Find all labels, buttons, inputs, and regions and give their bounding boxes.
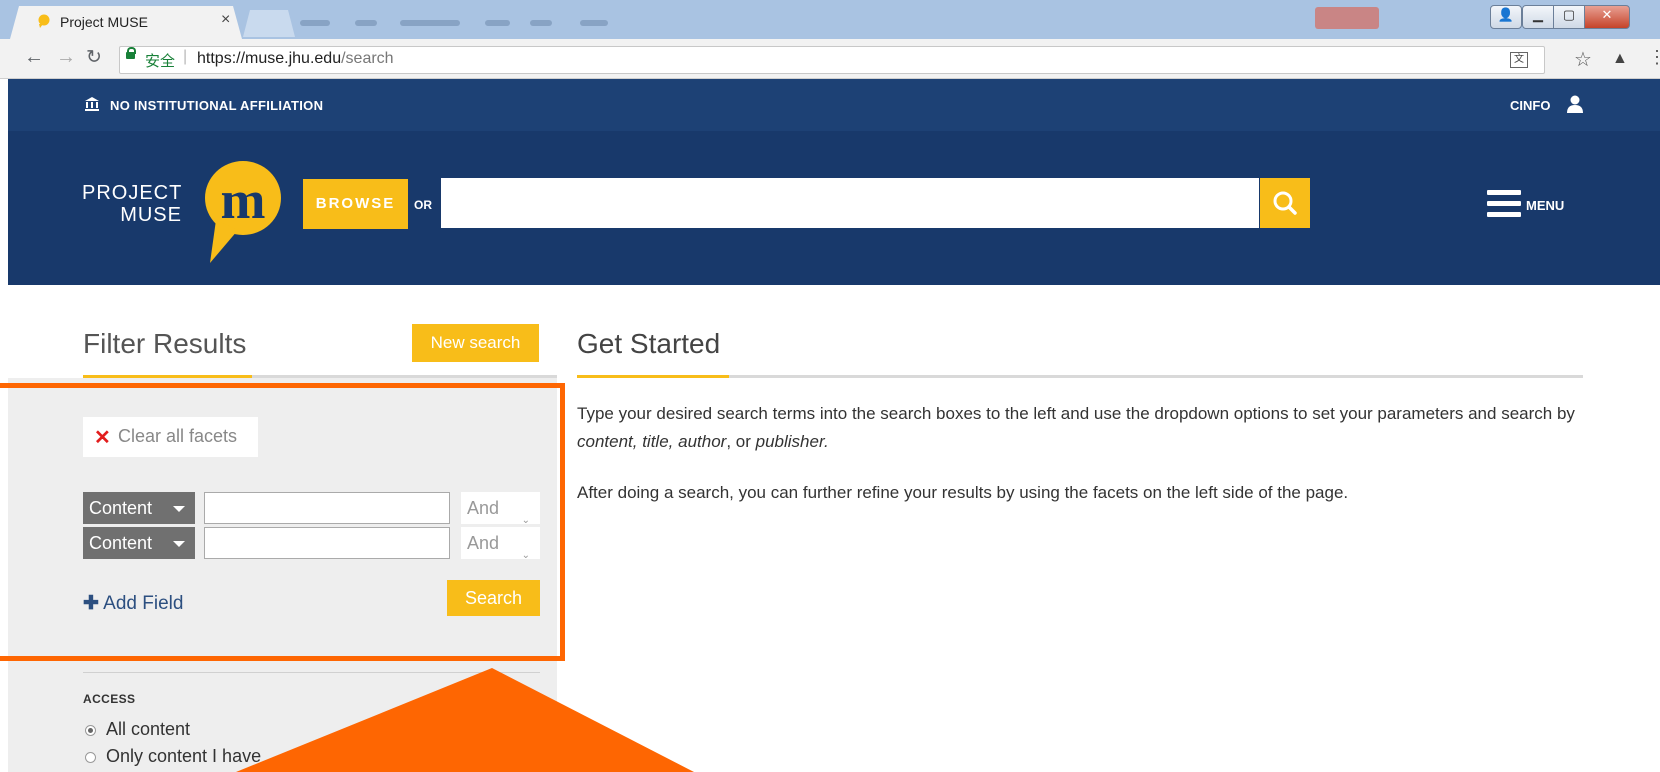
maximize-icon[interactable]: ▢ xyxy=(1553,5,1585,29)
intro-paragraph: Type your desired search terms into the … xyxy=(577,400,1577,456)
or-label: OR xyxy=(414,198,432,212)
back-icon[interactable]: ← xyxy=(24,46,44,69)
institution-icon xyxy=(85,97,99,111)
filter-results-heading: Filter Results xyxy=(83,328,247,359)
background-tab[interactable] xyxy=(485,20,510,26)
background-tab[interactable] xyxy=(400,20,460,26)
muse-logo-icon[interactable]: m xyxy=(188,160,298,264)
extension-icon[interactable]: ▲ xyxy=(1612,50,1628,68)
url-host: https://muse.jhu.edu xyxy=(197,50,342,67)
background-tab[interactable] xyxy=(580,20,608,26)
access-heading: ACCESS xyxy=(83,692,136,706)
affiliation-label: NO INSTITUTIONAL AFFILIATION xyxy=(110,98,324,113)
access-radio-mine[interactable] xyxy=(85,752,96,763)
intro-emphasis: publisher. xyxy=(755,432,829,451)
close-window-icon[interactable]: ✕ xyxy=(1584,5,1630,29)
svg-text:m: m xyxy=(221,170,266,230)
intro-emphasis: content, title, author xyxy=(577,432,727,451)
get-started-heading: Get Started xyxy=(577,328,721,359)
intro-text: , or xyxy=(726,432,756,451)
hamburger-menu-icon[interactable] xyxy=(1487,190,1521,220)
logo-line-muse: MUSE xyxy=(120,204,182,226)
bookmark-star-icon[interactable]: ☆ xyxy=(1574,47,1592,72)
background-tab[interactable] xyxy=(530,20,552,26)
muse-favicon-icon xyxy=(38,14,50,28)
highlight-box-annotation xyxy=(0,383,565,661)
more-menu-icon[interactable]: ⋮ xyxy=(1648,47,1660,68)
refine-paragraph: After doing a search, you can further re… xyxy=(577,483,1349,502)
lock-icon-body xyxy=(126,52,135,59)
tab-close-icon[interactable]: × xyxy=(221,11,230,29)
reload-icon[interactable]: ↻ xyxy=(86,46,102,69)
radio-selected-dot xyxy=(88,728,93,733)
forward-icon[interactable]: → xyxy=(56,46,76,69)
intro-text: Type your desired search terms into the … xyxy=(577,404,1575,423)
user-icon[interactable] xyxy=(1567,94,1583,114)
url-separator: | xyxy=(183,48,188,65)
background-tab[interactable] xyxy=(300,20,330,26)
url-text[interactable]: https://muse.jhu.edu/search xyxy=(197,50,394,68)
profile-button[interactable]: 👤 xyxy=(1490,5,1522,29)
user-name-link[interactable]: CINFO xyxy=(1510,98,1550,113)
menu-label[interactable]: MENU xyxy=(1526,198,1564,213)
arrow-annotation xyxy=(236,668,694,772)
new-tab-button[interactable] xyxy=(243,10,295,37)
browse-button[interactable]: BROWSE xyxy=(303,179,408,229)
translate-icon[interactable]: 文 xyxy=(1510,52,1528,68)
main-search-button[interactable] xyxy=(1260,178,1310,228)
minimize-icon[interactable]: ▁ xyxy=(1522,5,1554,29)
url-path: /search xyxy=(341,50,394,67)
logo-line-project: PROJECT xyxy=(82,182,183,204)
secure-label: 安全 xyxy=(145,53,176,70)
access-option-label[interactable]: All content xyxy=(106,719,190,740)
heading-accent xyxy=(577,375,729,378)
main-search-input[interactable] xyxy=(441,178,1259,228)
search-icon xyxy=(1273,191,1297,215)
tab-title: Project MUSE xyxy=(60,14,148,30)
blurred-region xyxy=(1315,7,1379,29)
background-tab[interactable] xyxy=(355,20,377,26)
new-search-button[interactable]: New search xyxy=(412,324,539,362)
logo-wordmark[interactable]: PROJECT MUSE xyxy=(82,182,182,226)
